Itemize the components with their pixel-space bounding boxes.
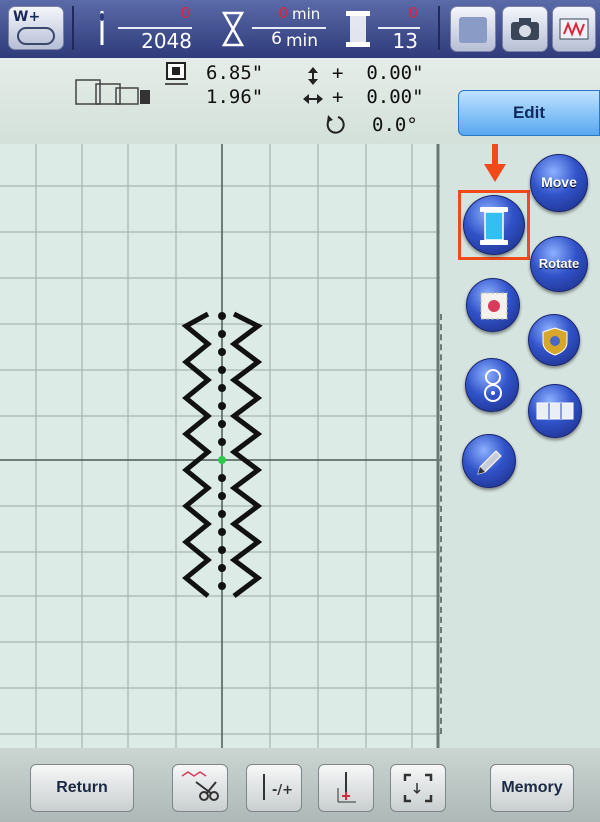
density-icon <box>484 369 502 402</box>
camera-icon <box>511 18 539 40</box>
tension-adjust-button[interactable]: -/+ <box>246 764 302 812</box>
time-total-unit: min <box>286 31 319 51</box>
machine-badge-label: W+ <box>13 9 41 25</box>
horizontal-offset-icon <box>303 94 323 104</box>
pencil-icon <box>477 450 502 475</box>
return-button[interactable]: Return <box>30 764 134 812</box>
embroidery-design <box>181 311 263 598</box>
applique-icon <box>480 292 508 320</box>
hourglass-icon <box>222 11 244 47</box>
stitch-simulator-icon <box>559 18 589 40</box>
fabric-view-button[interactable] <box>450 6 496 52</box>
rotation-angle: 0.0° <box>372 114 418 136</box>
trial-frame-icon <box>403 773 433 803</box>
rotate-label: Rotate <box>538 256 580 271</box>
rotation-icon <box>326 115 345 134</box>
needle-position-icon <box>337 772 356 803</box>
needle-icon <box>100 11 104 45</box>
svg-text:-/+: -/+ <box>272 783 293 798</box>
thread-trim-button[interactable] <box>172 764 228 812</box>
color-current: 0 <box>408 4 418 22</box>
bottom-toolbar: Return -/+ Memory <box>0 748 600 822</box>
start-position-button[interactable] <box>318 764 374 812</box>
design-height: 1.96" <box>206 86 264 108</box>
thread-color-button[interactable] <box>463 195 525 255</box>
applique-button[interactable] <box>466 278 520 332</box>
vertical-offset: + 0.00" <box>332 62 424 84</box>
rotate-button[interactable]: Rotate <box>530 236 588 292</box>
thread-spool-icon <box>480 207 508 245</box>
move-button[interactable]: Move <box>530 154 588 212</box>
side-ruler <box>440 314 452 734</box>
shield-border-icon <box>542 327 568 356</box>
array-icon <box>536 402 574 420</box>
array-button[interactable] <box>528 384 582 438</box>
needle-adjust-icon: -/+ <box>263 774 293 800</box>
status-bar: W+ 0 2048 0 min 6 min 0 13 <box>0 0 600 58</box>
scissors-icon <box>181 771 219 801</box>
time-total: 6 <box>271 29 282 49</box>
border-button[interactable] <box>528 314 580 366</box>
stitch-simulator-button[interactable] <box>552 6 596 52</box>
trial-button[interactable] <box>390 764 446 812</box>
time-current-unit: min <box>292 5 321 23</box>
time-current: 0 <box>278 4 288 22</box>
memory-button[interactable]: Memory <box>490 764 574 812</box>
machine-settings-button[interactable]: W+ <box>8 6 64 50</box>
annotation-arrow-icon <box>484 144 506 182</box>
fabric-view-icon <box>459 17 487 43</box>
thread-spool-icon <box>346 11 370 47</box>
stitch-total: 2048 <box>141 29 192 53</box>
edit-pen-button[interactable] <box>462 434 516 488</box>
move-label: Move <box>541 174 577 190</box>
machine-icon <box>17 27 55 45</box>
size-icon <box>165 62 188 85</box>
stitch-current: 0 <box>180 4 190 22</box>
hoop-icon <box>75 79 150 105</box>
tab-edit[interactable]: Edit <box>458 90 600 136</box>
color-total: 13 <box>392 29 418 53</box>
density-button[interactable] <box>465 358 519 412</box>
design-width: 6.85" <box>206 62 264 84</box>
embroidery-canvas[interactable] <box>0 144 440 748</box>
camera-button[interactable] <box>502 6 548 52</box>
vertical-offset-icon <box>308 67 318 85</box>
horizontal-offset: + 0.00" <box>332 86 424 108</box>
